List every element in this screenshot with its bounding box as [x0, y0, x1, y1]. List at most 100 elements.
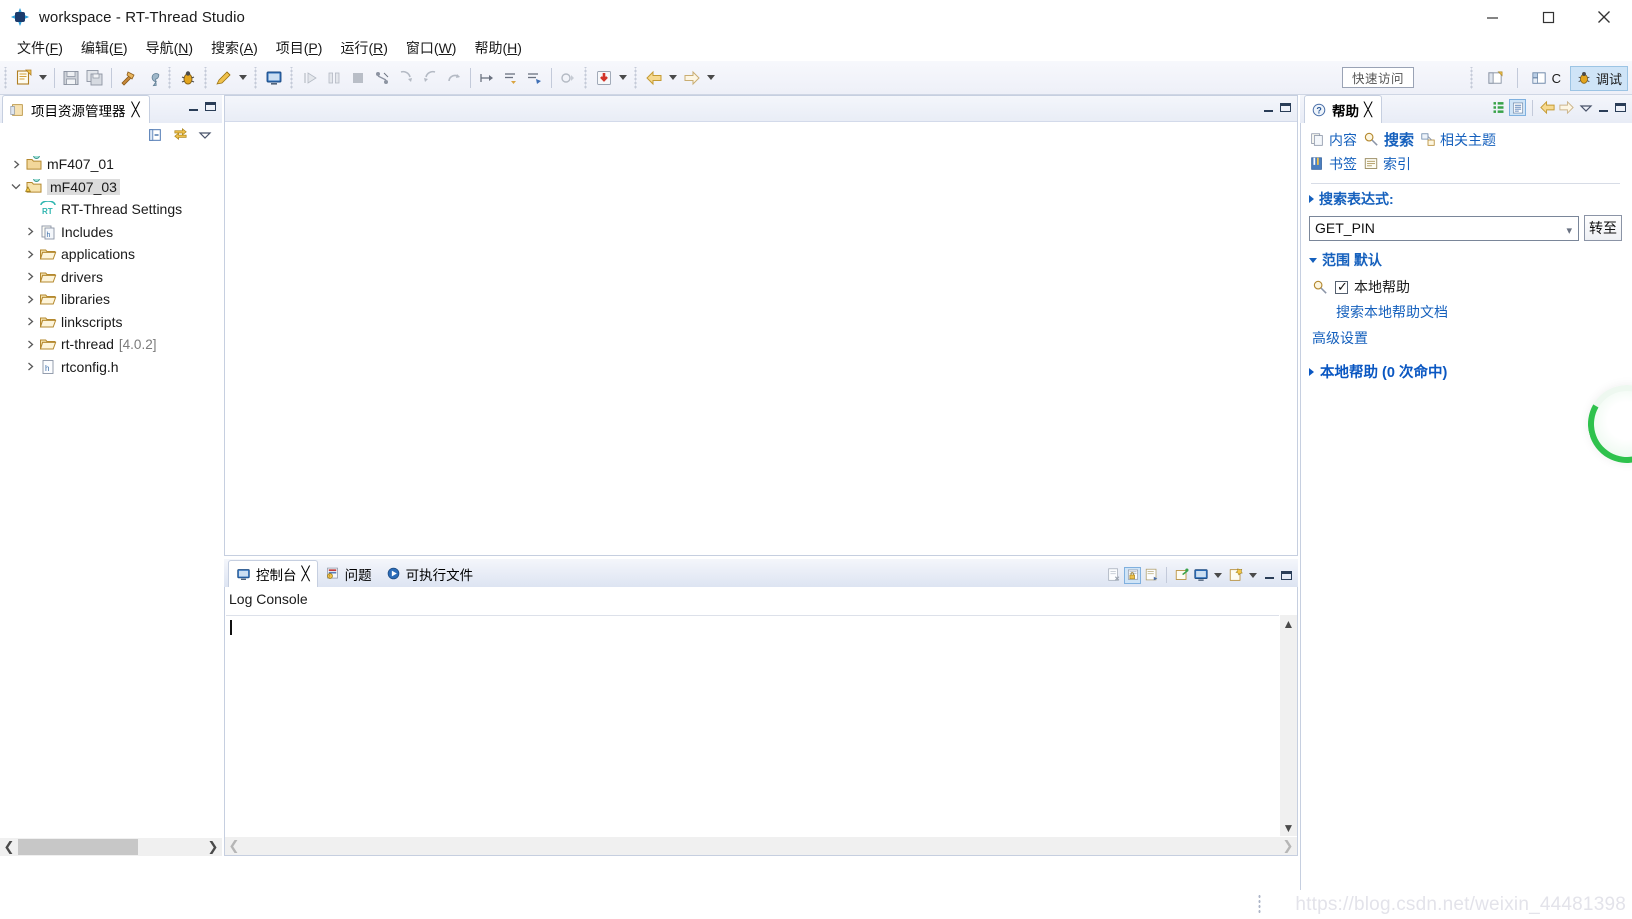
- tab-console[interactable]: 控制台 ╳: [228, 560, 318, 587]
- explorer-view-menu-icon[interactable]: [198, 128, 212, 145]
- scroll-up-icon[interactable]: ▲: [1280, 615, 1297, 632]
- search-expression-section[interactable]: 搜索表达式:: [1309, 189, 1622, 209]
- download-flash-icon[interactable]: [592, 66, 616, 90]
- local-help-sub-link[interactable]: 搜索本地帮助文档: [1309, 302, 1622, 322]
- menu-window[interactable]: 窗口(W): [397, 36, 466, 60]
- console-hscrollbar[interactable]: ❮ ❯: [225, 837, 1297, 855]
- help-link-contents[interactable]: 内容: [1309, 130, 1357, 150]
- display-selected-console-icon[interactable]: [1192, 567, 1209, 584]
- minimize-icon[interactable]: [1464, 0, 1520, 34]
- go-button[interactable]: 转至: [1584, 215, 1622, 241]
- tab-executables[interactable]: 可执行文件: [379, 560, 481, 587]
- console-tab-close-icon[interactable]: ╳: [302, 566, 310, 582]
- console-output-text[interactable]: [226, 615, 1279, 836]
- scroll-down-icon[interactable]: ▼: [1280, 819, 1297, 836]
- back-arrow-icon[interactable]: [1539, 99, 1556, 116]
- resume-icon[interactable]: [298, 66, 322, 90]
- menu-search[interactable]: 搜索(A): [202, 36, 267, 60]
- local-help-checkbox-row[interactable]: 本地帮助: [1309, 277, 1622, 297]
- maximize-icon[interactable]: [1520, 0, 1576, 34]
- tree-item-mf407-01[interactable]: mF407_01: [0, 153, 222, 176]
- step-over-icon[interactable]: [418, 66, 442, 90]
- link-with-editor-icon[interactable]: [172, 126, 189, 146]
- toolbar-grip[interactable]: [633, 66, 639, 89]
- tree-item-applications[interactable]: applications: [0, 243, 222, 266]
- tree-item-rt-thread[interactable]: rt-thread [4.0.2]: [0, 333, 222, 356]
- quick-access-input[interactable]: 快速访问: [1342, 67, 1414, 88]
- chevron-right-icon[interactable]: [22, 317, 38, 326]
- chevron-right-icon[interactable]: [22, 227, 38, 236]
- show-result-categories-icon[interactable]: [1509, 99, 1526, 116]
- tree-item-linkscripts[interactable]: linkscripts: [0, 311, 222, 334]
- open-console-icon[interactable]: [262, 66, 286, 90]
- search-input[interactable]: GET_PIN ▾: [1309, 215, 1579, 241]
- explorer-scroll-track[interactable]: [18, 838, 204, 856]
- step-return-icon[interactable]: [442, 66, 466, 90]
- open-perspective-button[interactable]: [1482, 66, 1509, 91]
- chevron-right-icon[interactable]: [22, 272, 38, 281]
- scroll-right-icon[interactable]: ❯: [204, 838, 222, 856]
- menu-file[interactable]: 文件(F): [8, 36, 72, 60]
- perspective-grip[interactable]: [1468, 67, 1475, 89]
- tree-item-drivers[interactable]: drivers: [0, 266, 222, 289]
- tab-help[interactable]: ? 帮助 ╳: [1304, 95, 1383, 123]
- disconnect-icon[interactable]: [370, 66, 394, 90]
- local-help-checkbox[interactable]: [1335, 279, 1348, 295]
- explorer-maximize-icon[interactable]: [203, 99, 218, 114]
- menu-edit[interactable]: 编辑(E): [72, 36, 137, 60]
- explorer-hscrollbar[interactable]: ❮ ❯: [0, 838, 222, 856]
- scroll-left-icon[interactable]: ❮: [225, 837, 243, 855]
- last-edit-location-icon[interactable]: [523, 66, 547, 90]
- editor-empty-body[interactable]: [225, 122, 1297, 555]
- help-tab-close-icon[interactable]: ╳: [1364, 102, 1372, 118]
- terminate-icon[interactable]: [346, 66, 370, 90]
- save-all-icon[interactable]: [83, 66, 107, 90]
- toolbar-grip[interactable]: [3, 66, 9, 89]
- debug-bug-icon[interactable]: [176, 66, 200, 90]
- build-hammer-icon[interactable]: [116, 66, 140, 90]
- menu-navigate[interactable]: 导航(N): [137, 36, 202, 60]
- perspective-debug[interactable]: 调试: [1569, 65, 1628, 91]
- chevron-right-icon[interactable]: [8, 160, 24, 169]
- scroll-lock-icon[interactable]: [1124, 566, 1141, 584]
- save-icon[interactable]: [59, 66, 83, 90]
- previous-annotation-icon[interactable]: [499, 66, 523, 90]
- pin-console-icon[interactable]: [1173, 567, 1190, 584]
- status-bar-grip[interactable]: [1258, 894, 1264, 914]
- display-console-dropdown-arrow[interactable]: [1211, 563, 1225, 587]
- scope-section[interactable]: 范围 默认: [1309, 250, 1622, 270]
- collapse-all-icon[interactable]: [147, 127, 163, 146]
- editor-minimize-icon[interactable]: [1261, 100, 1276, 115]
- tree-item-mf407-03[interactable]: mF407_03: [0, 176, 222, 199]
- tree-item-rt-thread-settings[interactable]: RT RT-Thread Settings: [0, 198, 222, 221]
- help-view-menu-icon[interactable]: [1577, 99, 1594, 116]
- new-file-icon[interactable]: [12, 66, 36, 90]
- step-into-icon[interactable]: [394, 66, 418, 90]
- tab-problems[interactable]: ! 问题: [318, 560, 379, 587]
- chevron-down-icon[interactable]: ▾: [1566, 224, 1572, 237]
- search-results-header[interactable]: 本地帮助 (0 次命中): [1309, 361, 1622, 382]
- open-console-dropdown-arrow[interactable]: [1246, 563, 1260, 587]
- toolbar-grip[interactable]: [167, 66, 173, 89]
- chevron-right-icon[interactable]: [22, 250, 38, 259]
- chevron-right-icon[interactable]: [22, 362, 38, 371]
- forward-arrow-icon[interactable]: [680, 66, 704, 90]
- chevron-right-icon[interactable]: [22, 340, 38, 349]
- tree-item-libraries[interactable]: libraries: [0, 288, 222, 311]
- editor-maximize-icon[interactable]: [1278, 100, 1293, 115]
- console-vscrollbar[interactable]: ▲ ▼: [1280, 615, 1297, 836]
- toolbar-grip[interactable]: [289, 66, 295, 89]
- tree-item-includes[interactable]: h Includes: [0, 221, 222, 244]
- toolbar-grip[interactable]: [203, 66, 209, 89]
- explorer-scroll-thumb[interactable]: [18, 839, 138, 855]
- advanced-settings-link[interactable]: 高级设置: [1309, 328, 1622, 348]
- word-wrap-icon[interactable]: [1143, 567, 1160, 584]
- back-dropdown-arrow[interactable]: [666, 66, 680, 90]
- build-settings-wrench-icon[interactable]: [140, 66, 164, 90]
- open-console-icon[interactable]: [1227, 567, 1244, 584]
- scroll-right-icon[interactable]: ❯: [1279, 837, 1297, 855]
- help-link-index[interactable]: 索引: [1363, 154, 1411, 174]
- forward-dropdown-arrow[interactable]: [704, 66, 718, 90]
- console-scroll-track[interactable]: [243, 837, 1279, 855]
- skip-breakpoints-icon[interactable]: [556, 66, 580, 90]
